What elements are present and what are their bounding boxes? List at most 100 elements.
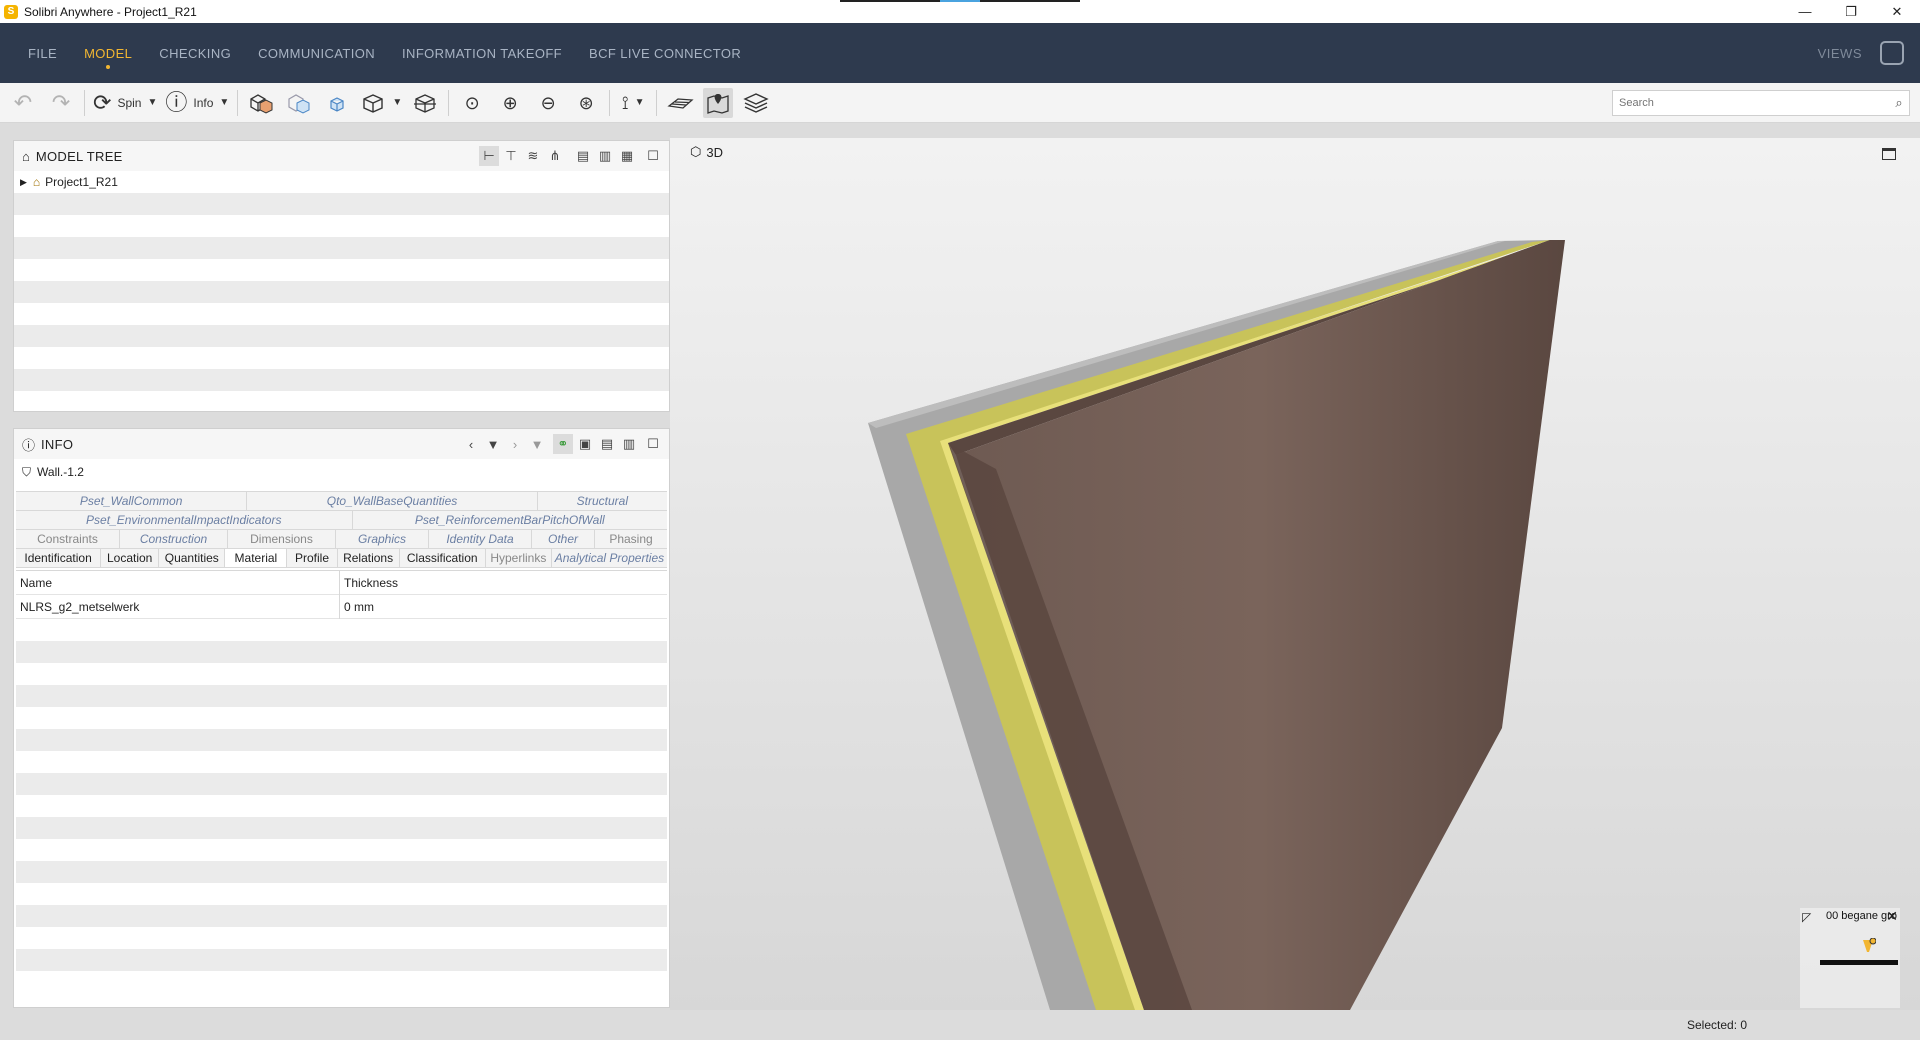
table-row (16, 641, 667, 663)
search-box[interactable]: ⌕ (1612, 90, 1910, 116)
transparency-button[interactable] (284, 88, 314, 118)
menu-checking[interactable]: CHECKING (159, 23, 231, 83)
tab-row-main: Identification Location Quantities Mater… (16, 548, 667, 568)
tab-graphics[interactable]: Graphics (335, 530, 428, 548)
floor-plan-button[interactable] (665, 88, 695, 118)
zoom-in-button[interactable]: ⊕ (495, 88, 525, 118)
menu-communication[interactable]: COMMUNICATION (258, 23, 375, 83)
column-header-name[interactable]: Name (16, 570, 340, 595)
chevron-down-icon: ▼ (634, 97, 645, 108)
search-icon[interactable]: ⌕ (1889, 95, 1909, 111)
close-button[interactable]: ✕ (1874, 0, 1920, 23)
tree-hierarchy-icon[interactable]: ⊢ (479, 146, 499, 166)
tree-spatial-icon[interactable]: ⊤ (501, 146, 521, 166)
wall-3d-model[interactable] (670, 138, 1920, 1010)
property-filter-icon[interactable]: ▥ (619, 434, 639, 454)
spin-dropdown[interactable]: ⟳ Spin ▼ (93, 88, 157, 118)
table-row (16, 773, 667, 795)
forward-icon[interactable]: › (505, 434, 525, 454)
tab-pset-reinforcement[interactable]: Pset_ReinforcementBarPitchOfWall (351, 511, 667, 529)
tab-identity-data[interactable]: Identity Data (428, 530, 531, 548)
info-panel-icon: ⓘ (22, 437, 36, 453)
tab-pset-environmental[interactable]: Pset_EnvironmentalImpactIndicators (16, 511, 352, 529)
views-camera-icon[interactable] (1880, 41, 1904, 65)
tab-hyperlinks[interactable]: Hyperlinks (484, 549, 551, 567)
restore-button[interactable]: ❐ (1828, 0, 1874, 23)
maximize-view-icon[interactable] (1882, 148, 1896, 160)
model-tree-header: ⌂ MODEL TREE ⊢ ⊤ ≋ ⋔ ▤ ▥ ▦ ☐ (14, 141, 669, 171)
list-item (14, 281, 669, 303)
property-add-icon[interactable]: ▣ (575, 434, 595, 454)
tab-other[interactable]: Other (531, 530, 594, 548)
tab-identification[interactable]: Identification (16, 549, 101, 567)
tab-quantities[interactable]: Quantities (158, 549, 225, 567)
undo-button[interactable]: ↶ (8, 88, 38, 118)
expand-arrow-icon[interactable]: ▶ (20, 177, 27, 188)
tab-dimensions[interactable]: Dimensions (227, 530, 335, 548)
tab-phasing[interactable]: Phasing (594, 530, 667, 548)
property-group-icon[interactable]: ▤ (597, 434, 617, 454)
measure-dropdown[interactable]: ⟟ ▼ (618, 88, 648, 118)
history-dropdown-icon[interactable]: ▼ (483, 434, 503, 454)
tree-item-project[interactable]: ▶ ⌂ Project1_R21 (14, 171, 669, 193)
cube-icon: ⬡ (690, 144, 702, 159)
chevron-down-icon: ▼ (392, 97, 403, 108)
resize-corner-icon[interactable]: ◸ (1802, 910, 1811, 924)
info-icon: ⓘ (165, 89, 188, 115)
zoom-all-button[interactable]: ⊛ (571, 88, 601, 118)
tree-settings-icon[interactable]: ▦ (617, 146, 637, 166)
menu-file[interactable]: FILE (28, 23, 57, 83)
section-box-button[interactable] (410, 88, 440, 118)
link-selection-icon[interactable]: ⚭ (553, 434, 573, 454)
storey-level-bar[interactable] (1820, 960, 1898, 965)
view-cube-dropdown[interactable]: ▼ (360, 88, 402, 118)
zoom-out-button[interactable]: ⊖ (533, 88, 563, 118)
tab-classification[interactable]: Classification (398, 549, 485, 567)
column-header-thickness[interactable]: Thickness (340, 571, 398, 595)
tree-layers-icon[interactable]: ≋ (523, 146, 543, 166)
redo-button[interactable]: ↷ (46, 88, 76, 118)
list-item (14, 193, 669, 215)
3d-viewport[interactable]: ⬡ 3D ◸ 00 begane gro ✕ (670, 138, 1920, 1010)
maximize-panel-icon[interactable]: ☐ (643, 146, 663, 166)
tree-classification-icon[interactable]: ⋔ (545, 146, 565, 166)
tab-qto-wallbasequantities[interactable]: Qto_WallBaseQuantities (246, 492, 537, 510)
tree-group-icon[interactable]: ▤ (573, 146, 593, 166)
layers-button[interactable] (741, 88, 771, 118)
tab-constraints[interactable]: Constraints (16, 530, 119, 548)
maximize-panel-icon[interactable]: ☐ (643, 434, 663, 454)
views-menu[interactable]: VIEWS (1818, 23, 1862, 83)
menu-model[interactable]: MODEL (84, 23, 132, 83)
forward-dropdown-icon[interactable]: ▼ (527, 434, 547, 454)
table-row (16, 707, 667, 729)
tab-row-groups: Constraints Construction Dimensions Grap… (16, 529, 667, 548)
location-map-button[interactable] (703, 87, 734, 118)
tab-location[interactable]: Location (100, 549, 159, 567)
tab-structural[interactable]: Structural (536, 492, 667, 510)
view-label: ⬡ 3D (690, 144, 723, 160)
show-model-button[interactable] (246, 88, 276, 118)
zoom-selected-button[interactable]: ⊙ (457, 88, 487, 118)
tab-pset-wallcommon[interactable]: Pset_WallCommon (16, 492, 247, 510)
close-icon[interactable]: ✕ (1886, 908, 1898, 925)
info-dropdown[interactable]: ⓘ Info ▼ (165, 88, 229, 118)
chevron-down-icon: ▼ (219, 97, 230, 108)
tab-material[interactable]: Material (224, 549, 287, 567)
search-input[interactable] (1613, 92, 1889, 114)
storey-navigator[interactable]: ◸ 00 begane gro ✕ (1800, 908, 1900, 1008)
back-icon[interactable]: ‹ (461, 434, 481, 454)
isolate-button[interactable] (322, 88, 352, 118)
menu-bcf-live-connector[interactable]: BCF LIVE CONNECTOR (589, 23, 741, 83)
tab-relations[interactable]: Relations (336, 549, 399, 567)
menu-information-takeoff[interactable]: INFORMATION TAKEOFF (402, 23, 562, 83)
tab-profile[interactable]: Profile (286, 549, 337, 567)
info-title: INFO (41, 436, 74, 452)
tree-filter-icon[interactable]: ▥ (595, 146, 615, 166)
location-pin-icon[interactable] (1860, 938, 1876, 956)
main-menu-bar: FILE MODEL CHECKING COMMUNICATION INFORM… (0, 23, 1920, 83)
table-row[interactable]: NLRS_g2_metselwerk 0 mm (16, 594, 667, 619)
model-tree-list: ▶ ⌂ Project1_R21 (14, 171, 669, 411)
tab-construction[interactable]: Construction (119, 530, 227, 548)
tab-analytical-properties[interactable]: Analytical Properties (550, 549, 667, 567)
minimize-button[interactable]: — (1782, 0, 1828, 23)
